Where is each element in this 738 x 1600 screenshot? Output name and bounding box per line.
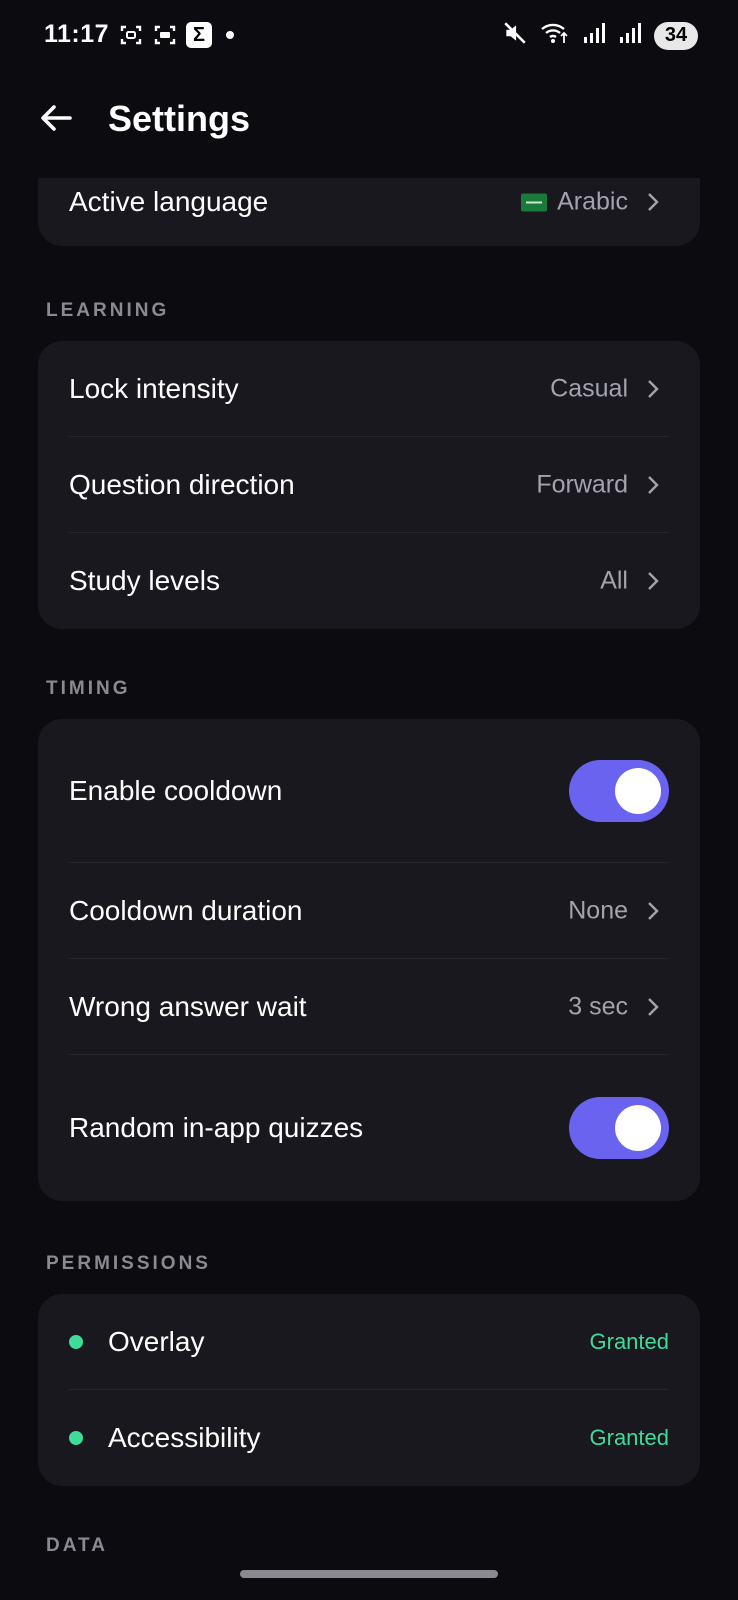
section-permissions: PERMISSIONS — [46, 1253, 211, 1274]
status-dot-icon — [69, 1431, 83, 1445]
back-arrow-icon[interactable] — [36, 98, 76, 138]
active-language-row[interactable]: Active language Arabic — [38, 178, 700, 226]
status-time: 11:17 — [44, 20, 110, 48]
signal-icon — [582, 21, 606, 50]
study-levels-row[interactable]: Study levels All — [38, 533, 700, 629]
wrong-answer-wait-label: Wrong answer wait — [69, 991, 307, 1022]
study-levels-value: All — [600, 566, 628, 595]
chevron-right-icon — [646, 474, 660, 496]
status-bar: 11:17 Σ 34 — [0, 0, 738, 70]
lock-intensity-label: Lock intensity — [69, 373, 239, 404]
wrong-answer-wait-row[interactable]: Wrong answer wait 3 sec — [38, 959, 700, 1055]
accessibility-permission-row[interactable]: Accessibility Granted — [38, 1390, 700, 1486]
chevron-right-icon — [646, 996, 660, 1018]
enable-cooldown-label: Enable cooldown — [69, 775, 283, 806]
enable-cooldown-row: Enable cooldown — [38, 719, 700, 863]
overlay-permission-row[interactable]: Overlay Granted — [38, 1294, 700, 1390]
active-language-label: Active language — [69, 186, 269, 217]
active-language-text: Arabic — [557, 187, 628, 216]
chevron-right-icon — [646, 900, 660, 922]
section-learning: LEARNING — [46, 300, 170, 321]
home-indicator[interactable] — [240, 1570, 498, 1578]
section-data: DATA — [46, 1535, 108, 1556]
section-timing: TIMING — [46, 678, 131, 699]
question-direction-value: Forward — [536, 470, 628, 499]
learning-card: Lock intensity Casual Question direction… — [38, 341, 700, 629]
study-levels-label: Study levels — [69, 565, 220, 596]
accessibility-status: Granted — [589, 1425, 670, 1450]
wrong-answer-wait-value: 3 sec — [568, 992, 628, 1021]
notification-dot-icon — [226, 31, 234, 39]
general-card: Active language Arabic — [38, 178, 700, 246]
overlay-label: Overlay — [108, 1326, 205, 1357]
overlay-status: Granted — [589, 1329, 670, 1354]
toggle-knob — [615, 1105, 661, 1151]
sigma-app-icon: Σ — [186, 22, 212, 48]
enable-cooldown-toggle[interactable] — [569, 760, 669, 822]
random-quizzes-row: Random in-app quizzes — [38, 1055, 700, 1201]
random-quizzes-toggle[interactable] — [569, 1097, 669, 1159]
mute-icon — [502, 20, 528, 51]
accessibility-label: Accessibility — [108, 1422, 261, 1453]
wifi-icon — [540, 20, 570, 51]
timing-card: Enable cooldown Cooldown duration None W… — [38, 719, 700, 1201]
cooldown-duration-row[interactable]: Cooldown duration None — [38, 863, 700, 959]
cooldown-duration-label: Cooldown duration — [69, 895, 303, 926]
lock-intensity-value: Casual — [550, 374, 628, 403]
active-language-value: Arabic — [521, 188, 628, 217]
chevron-right-icon — [646, 378, 660, 400]
page-title: Settings — [108, 98, 251, 139]
app-header: Settings — [0, 92, 738, 152]
toggle-knob — [615, 768, 661, 814]
screen-capture-icon — [152, 22, 178, 48]
chevron-right-icon — [646, 191, 660, 213]
status-dot-icon — [69, 1335, 83, 1349]
screenshot-icon — [118, 22, 144, 48]
cooldown-duration-value: None — [568, 896, 628, 925]
battery-icon: 34 — [654, 21, 698, 50]
saudi-flag-icon — [521, 193, 548, 212]
question-direction-label: Question direction — [69, 469, 295, 500]
chevron-right-icon — [646, 570, 660, 592]
random-quizzes-label: Random in-app quizzes — [69, 1112, 364, 1143]
signal-icon-2 — [618, 21, 642, 50]
lock-intensity-row[interactable]: Lock intensity Casual — [38, 341, 700, 437]
permissions-card: Overlay Granted Accessibility Granted — [38, 1294, 700, 1486]
question-direction-row[interactable]: Question direction Forward — [38, 437, 700, 533]
